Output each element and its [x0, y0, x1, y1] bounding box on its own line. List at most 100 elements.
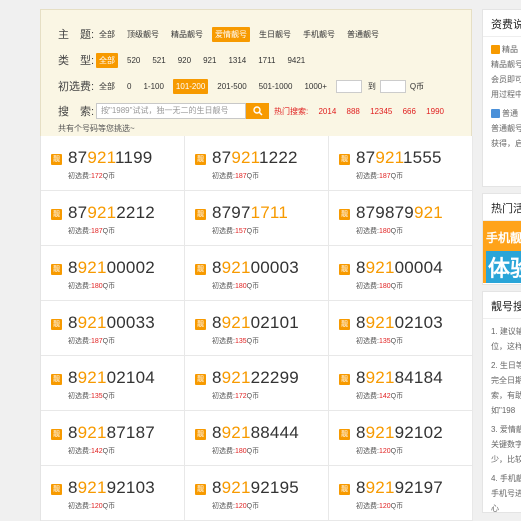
- fee-value: 187: [234, 173, 247, 180]
- count-suffix: 个号码等您挑选~: [74, 124, 135, 133]
- type-option-921[interactable]: 921: [200, 53, 219, 68]
- liang-badge: 靓: [51, 154, 62, 165]
- type-option-9421[interactable]: 9421: [284, 53, 308, 68]
- number-value[interactable]: 892102103: [356, 313, 443, 333]
- number-value[interactable]: 892100003: [212, 258, 299, 278]
- fee-option-501-1000[interactable]: 501-1000: [256, 79, 296, 94]
- hot-search-term[interactable]: 12345: [370, 107, 392, 116]
- number-highlight: 921: [375, 148, 404, 167]
- theme-option-fine[interactable]: 精品靓号: [168, 27, 206, 42]
- hot-search-term[interactable]: 666: [403, 107, 416, 116]
- fee-value: 172: [90, 173, 103, 180]
- number-value[interactable]: 892188444: [212, 423, 299, 443]
- hot-search-term[interactable]: 888: [347, 107, 360, 116]
- type-option-1711[interactable]: 1711: [255, 53, 278, 68]
- hot-search-term[interactable]: 1990: [426, 107, 444, 116]
- theme-option-birthday[interactable]: 生日靓号: [256, 27, 294, 42]
- fee-unit: Q币: [102, 448, 116, 455]
- number-value[interactable]: 892100004: [356, 258, 443, 278]
- number-suffix: 02101: [250, 313, 299, 332]
- number-card[interactable]: 靓 879211555 初选费:187Q币: [329, 136, 473, 190]
- fee-unit: Q币: [390, 338, 404, 345]
- fee-prefix: 初选费:: [356, 283, 379, 290]
- number-card[interactable]: 靓 879212212 初选费:187Q币: [41, 191, 185, 245]
- number-highlight: 921: [365, 478, 395, 497]
- number-value[interactable]: 879211555: [356, 148, 442, 168]
- number-card[interactable]: 靓 892187187 初选费:142Q币: [41, 411, 185, 465]
- number-card[interactable]: 靓 879211199 初选费:172Q币: [41, 136, 185, 190]
- number-card[interactable]: 靓 879211222 初选费:187Q币: [185, 136, 329, 190]
- theme-option-all[interactable]: 全部: [96, 27, 118, 42]
- activity-banner[interactable]: 手机靓 体验: [483, 221, 521, 283]
- number-card[interactable]: 靓 87971711 初选费:157Q币: [185, 191, 329, 245]
- number-card[interactable]: 靓 892192103 初选费:120Q币: [41, 466, 185, 520]
- number-card[interactable]: 靓 892102101 初选费:135Q币: [185, 301, 329, 355]
- liang-badge: 靓: [51, 319, 62, 330]
- number-card[interactable]: 靓 879879921 初选费:180Q币: [329, 191, 473, 245]
- number-value[interactable]: 879879921: [356, 203, 443, 223]
- fee-unit: Q币: [246, 173, 260, 180]
- number-value[interactable]: 879212212: [68, 203, 155, 223]
- theme-option-love[interactable]: 爱情靓号: [212, 26, 250, 42]
- type-option-521[interactable]: 521: [149, 53, 168, 68]
- fee-unit: Q币: [102, 228, 116, 235]
- theme-option-normal[interactable]: 普通靓号: [344, 27, 382, 42]
- type-option-1314[interactable]: 1314: [225, 53, 249, 68]
- number-value[interactable]: 87971711: [212, 203, 288, 223]
- number-card[interactable]: 靓 892184184 初选费:142Q币: [329, 356, 473, 410]
- number-value[interactable]: 892192197: [356, 478, 443, 498]
- number-value[interactable]: 892192102: [356, 423, 443, 443]
- fee-value: 187: [378, 173, 391, 180]
- search-button[interactable]: [246, 103, 269, 119]
- fee-option-1-100[interactable]: 1-100: [140, 79, 166, 94]
- number-value[interactable]: 892100002: [68, 258, 155, 278]
- number-value[interactable]: 892192195: [212, 478, 299, 498]
- number-value[interactable]: 892184184: [356, 368, 443, 388]
- theme-option-mobile[interactable]: 手机靓号: [300, 27, 338, 42]
- theme-option-top[interactable]: 顶级靓号: [124, 27, 162, 42]
- type-option-520[interactable]: 520: [124, 53, 143, 68]
- fee-option-1000-plus[interactable]: 1000+: [301, 79, 329, 94]
- number-card[interactable]: 靓 892100033 初选费:187Q币: [41, 301, 185, 355]
- fee-value: 120: [378, 503, 391, 510]
- number-value[interactable]: 879211222: [212, 148, 298, 168]
- type-option-all[interactable]: 全部: [96, 52, 118, 68]
- number-card[interactable]: 靓 892122299 初选费:172Q币: [185, 356, 329, 410]
- number-card[interactable]: 靓 892100003 初选费:180Q币: [185, 246, 329, 300]
- number-card[interactable]: 靓 892192102 初选费:120Q币: [329, 411, 473, 465]
- fee-max-input[interactable]: [379, 79, 406, 93]
- number-value[interactable]: 892102101: [212, 313, 299, 333]
- number-value[interactable]: 892100033: [68, 313, 155, 333]
- number-card[interactable]: 靓 892102104 初选费:135Q币: [41, 356, 185, 410]
- number-value[interactable]: 879211199: [68, 148, 152, 168]
- number-card[interactable]: 靓 892192197 初选费:120Q币: [329, 466, 473, 520]
- liang-badge: 靓: [195, 319, 206, 330]
- fee-option-0[interactable]: 0: [124, 79, 134, 94]
- fine-line: 用过程中: [491, 90, 521, 99]
- fee-option-all[interactable]: 全部: [96, 79, 118, 94]
- search-input[interactable]: 按"1989"试试，独一无二的生日靓号: [96, 103, 246, 119]
- number-value[interactable]: 892187187: [68, 423, 155, 443]
- number-card[interactable]: 靓 892188444 初选费:180Q币: [185, 411, 329, 465]
- fee-value: 120: [234, 503, 247, 510]
- number-card[interactable]: 靓 892192195 初选费:120Q币: [185, 466, 329, 520]
- number-value[interactable]: 892102104: [68, 368, 155, 388]
- fine-line: 会员即可: [491, 75, 521, 84]
- fee-option-101-200[interactable]: 101-200: [172, 78, 209, 94]
- fee-option-201-500[interactable]: 201-500: [214, 79, 249, 94]
- number-highlight: 921: [77, 258, 107, 277]
- number-grid: 靓 879211199 初选费:172Q币靓 879211222 初选费:187Q币靓 8…: [40, 136, 473, 521]
- type-option-920[interactable]: 920: [175, 53, 194, 68]
- number-card[interactable]: 靓 892100002 初选费:180Q币: [41, 246, 185, 300]
- number-card[interactable]: 靓 892100004 初选费:180Q币: [329, 246, 473, 300]
- number-card[interactable]: 靓 892102103 初选费:135Q币: [329, 301, 473, 355]
- fee-text: 初选费:142Q币: [68, 446, 115, 456]
- number-suffix: 92103: [106, 478, 155, 497]
- number-value[interactable]: 892192103: [68, 478, 155, 498]
- fee-unit: Q币: [102, 503, 116, 510]
- number-value[interactable]: 892122299: [212, 368, 299, 388]
- fee-unit: Q币: [246, 393, 260, 400]
- search-tips-list: 1. 建议输 位，这样 2. 生日等 完全日期 索，有助 如"198 3. 爱情靓 关键数字少…: [483, 319, 521, 512]
- hot-search-term[interactable]: 2014: [318, 107, 336, 116]
- fee-min-input[interactable]: [335, 79, 362, 93]
